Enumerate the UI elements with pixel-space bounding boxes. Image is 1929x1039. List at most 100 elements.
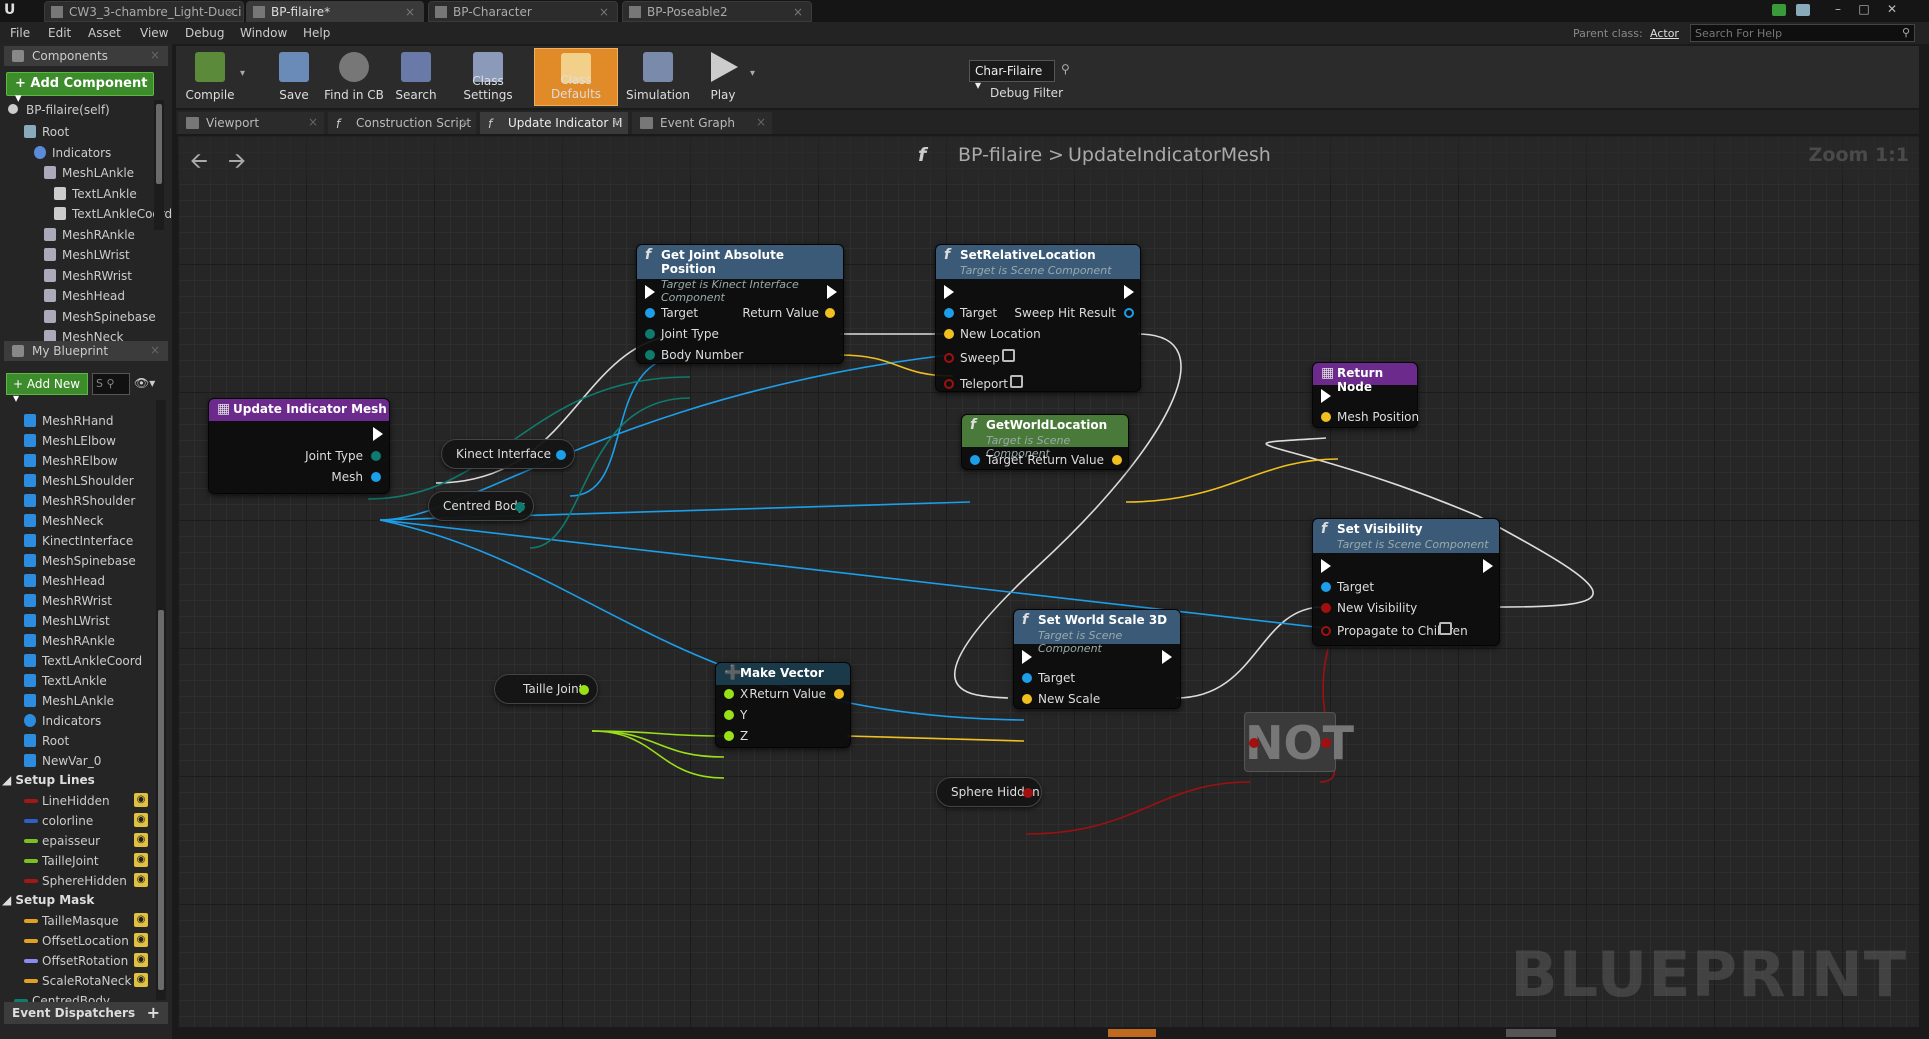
blueprint-scrollbar[interactable] [156,400,166,1000]
menu-window[interactable]: Window [240,26,287,40]
tab-event-graph[interactable]: Event Graph × [632,112,772,134]
blueprint-variable-item[interactable]: LineHidden ◉ [0,791,156,811]
node-update-indicator-mesh[interactable]: ▦ Update Indicator Mesh Joint Type Mesh [208,398,390,494]
tab-update-indicator-mesh[interactable]: f Update Indicator M × [480,112,628,134]
visibility-eye-icon[interactable]: ◉ [134,933,148,947]
not-out-pin[interactable] [1321,738,1331,748]
notification-icon[interactable] [1796,4,1810,16]
close-icon[interactable]: × [405,5,415,19]
close-icon[interactable]: × [308,115,318,129]
node-not[interactable]: NOT [1244,712,1354,772]
centred-body-pin[interactable] [515,502,525,512]
menu-edit[interactable]: Edit [48,26,71,40]
exec-in-pin[interactable] [645,285,655,299]
var-node-sphere-hidden[interactable]: Sphere Hidden [936,777,1042,807]
var-node-taille-joint[interactable]: Taille Joint [494,674,598,704]
search-button[interactable]: Search [390,48,442,106]
node-make-vector[interactable]: ➕ Make Vector X Return Value Y Z [715,662,851,748]
blueprint-variable-item[interactable]: TailleMasque ◉ [0,911,156,931]
target-pin[interactable] [645,308,655,318]
close-icon[interactable]: × [599,5,609,19]
z-pin[interactable] [724,731,734,741]
visibility-eye-icon[interactable]: ◉ [134,913,148,927]
taille-joint-pin[interactable] [579,685,589,695]
exec-wire[interactable] [1175,606,1324,699]
exec-out-pin[interactable] [827,285,837,299]
object-wire[interactable] [379,519,1325,629]
exec-in-pin[interactable] [1321,559,1331,573]
node-get-joint-absolute-position[interactable]: f Get Joint Absolute Position Target is Ki… [636,244,844,364]
teleport-checkbox[interactable] [1010,375,1023,388]
sweep-pin[interactable] [944,353,954,363]
visibility-eye-icon[interactable]: ◉ [134,813,148,827]
component-scrollbar[interactable] [154,100,164,230]
exec-in-pin[interactable] [1321,389,1331,403]
blueprint-variable-item[interactable]: OffsetLocation ◉ [0,931,156,951]
simulation-button[interactable]: Simulation [622,48,694,106]
node-set-world-scale-3d[interactable]: f Set World Scale 3D Target is Scene Compo… [1013,609,1181,709]
vector-wire[interactable] [1125,458,1339,503]
body-number-pin[interactable] [645,350,655,360]
close-icon[interactable]: × [150,343,160,357]
menu-view[interactable]: View [140,26,168,40]
mesh-position-pin[interactable] [1321,412,1331,422]
bool-wire[interactable] [1025,781,1251,835]
menu-debug[interactable]: Debug [185,26,224,40]
joint-type-pin[interactable] [371,451,381,461]
close-icon[interactable]: × [756,115,766,129]
propagate-checkbox[interactable] [1439,622,1452,635]
target-pin[interactable] [1321,582,1331,592]
doc-tab-level[interactable]: CW3_3-chambre_Light-Ducci × [44,1,244,22]
exec-out-pin[interactable] [1162,650,1172,664]
class-defaults-button[interactable]: Class Defaults [534,48,618,106]
debug-object-combo[interactable]: Char-Filaire ▾ [969,60,1055,92]
blueprint-variable-item[interactable]: epaisseur ◉ [0,831,156,851]
horizontal-scrollbar-thumb[interactable] [1506,1029,1556,1037]
tab-viewport[interactable]: Viewport × [178,112,324,134]
exec-in-pin[interactable] [944,285,954,299]
sweep-checkbox[interactable] [1002,349,1015,362]
propagate-pin[interactable] [1321,626,1331,636]
visibility-eye-icon[interactable]: ◉ [134,973,148,987]
horizontal-scroll-indicator[interactable] [1108,1029,1156,1037]
event-dispatchers-header[interactable]: Event Dispatchers + [4,1002,168,1024]
y-pin[interactable] [724,710,734,720]
new-visibility-pin[interactable] [1321,603,1331,613]
chat-icon[interactable] [1772,4,1786,16]
maximize-button[interactable]: □ [1852,0,1876,18]
target-pin[interactable] [1022,673,1032,683]
vector-wire[interactable] [846,735,1025,742]
return-value-pin[interactable] [834,689,844,699]
node-get-world-location[interactable]: f GetWorldLocation Target is Scene Compone… [961,414,1129,470]
visibility-eye-icon[interactable]: ◉ [134,953,148,967]
blueprint-variable-item[interactable]: TailleJoint ◉ [0,851,156,871]
visibility-eye-icon[interactable]: ◉ [134,793,148,807]
visibility-eye-icon[interactable]: ◉ [134,873,148,887]
add-component-button[interactable]: + Add Component ▾ [6,72,154,106]
play-options-chevron-icon[interactable]: ▾ [750,68,755,79]
return-value-pin[interactable] [1112,455,1122,465]
blueprint-variable-item[interactable]: colorline ◉ [0,811,156,831]
components-panel-header[interactable]: Components × [4,46,168,66]
close-icon[interactable]: × [793,5,803,19]
close-icon[interactable]: × [225,5,235,19]
minimize-button[interactable]: – [1826,0,1850,18]
var-node-centred-body[interactable]: Centred Body [428,491,534,521]
blueprint-variable-item[interactable]: OffsetRotation ◉ [0,951,156,971]
tab-construction-script[interactable]: f Construction Script × [328,112,476,134]
kinect-interface-pin[interactable] [556,450,566,460]
close-icon[interactable]: × [460,115,470,129]
exec-out-pin[interactable] [373,427,383,441]
target-pin[interactable] [944,308,954,318]
parent-class-link[interactable]: Actor [1650,27,1679,40]
doc-tab-bp-character[interactable]: BP-Character × [428,1,618,22]
visibility-eye-icon[interactable]: ◉ [134,833,148,847]
node-set-relative-location[interactable]: f SetRelativeLocation Target is Scene Comp… [935,244,1141,392]
menu-file[interactable]: File [10,26,30,40]
blueprint-search-input[interactable]: S ⚲ [92,373,130,395]
object-wire[interactable] [569,354,689,497]
close-icon[interactable]: × [150,48,160,62]
blueprint-graph-canvas[interactable]: 🡨 🡪 f BP-filaire > UpdateIndicatorMesh Z… [178,136,1919,1027]
mesh-pin[interactable] [371,472,381,482]
help-search-input[interactable]: Search For Help ⚲ [1690,24,1915,42]
